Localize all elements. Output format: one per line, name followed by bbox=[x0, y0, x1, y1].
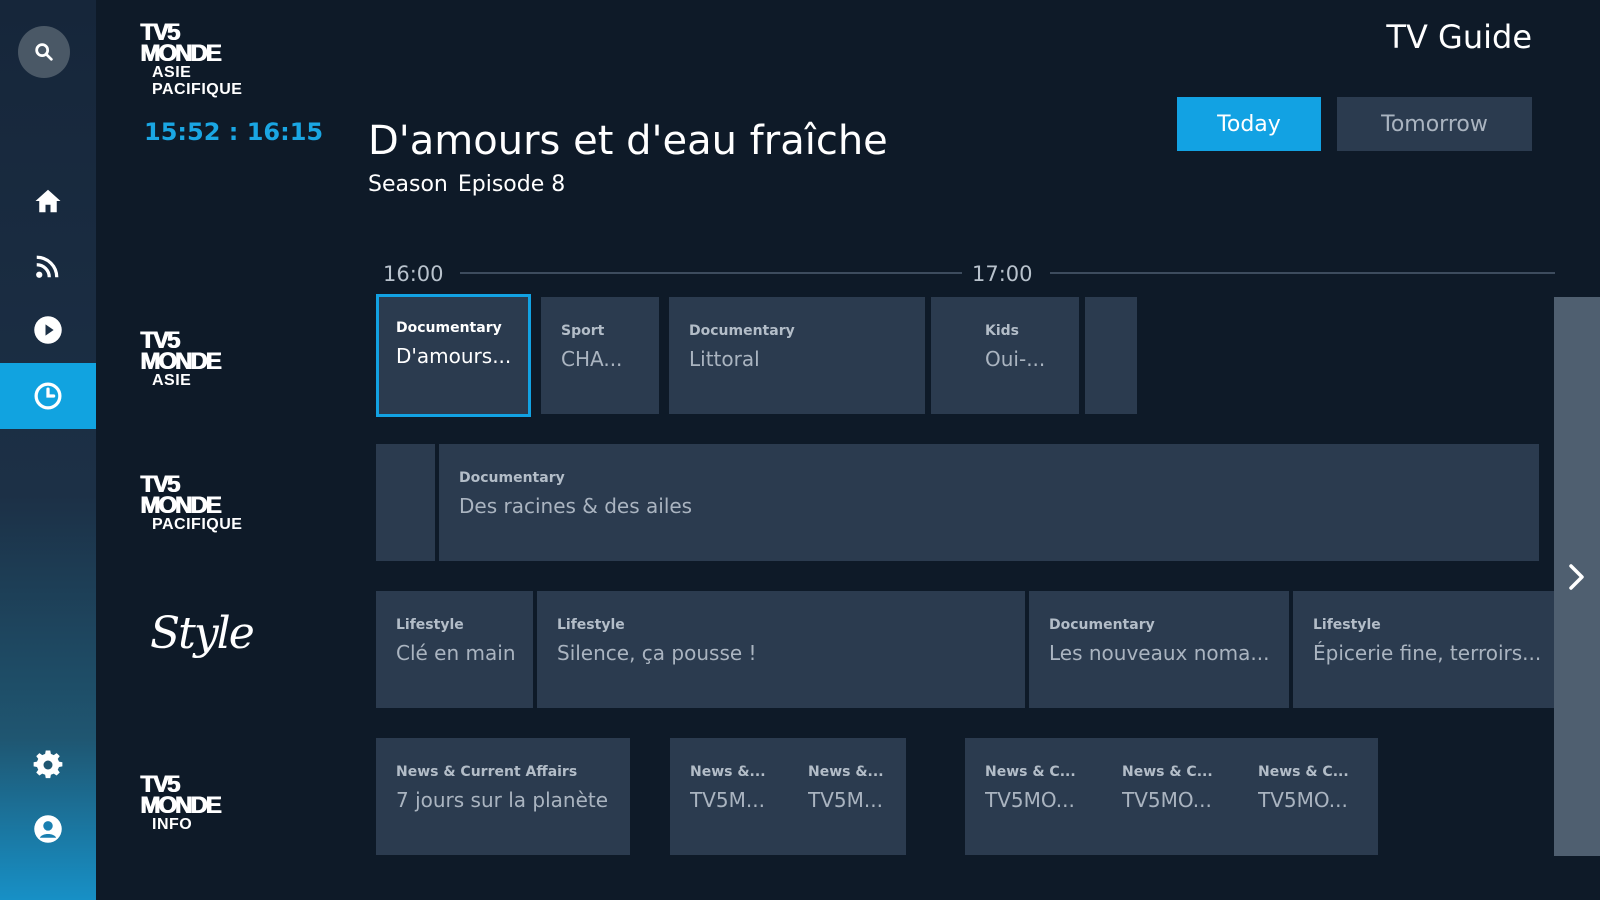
search-icon bbox=[35, 43, 53, 61]
channel-logo-sub: ASIE PACIFIQUE bbox=[152, 64, 243, 98]
program-category: Documentary bbox=[1049, 617, 1155, 633]
sidebar-item-feed[interactable] bbox=[0, 233, 96, 299]
scroll-right-button[interactable] bbox=[1554, 297, 1600, 856]
program-cell[interactable]: News & C... TV5MO... bbox=[1122, 738, 1240, 855]
program-episode-info: Season Episode 8 bbox=[368, 172, 575, 197]
settings-icon bbox=[33, 750, 63, 779]
program-category: Kids bbox=[985, 323, 1020, 339]
program-title: TV5MO... bbox=[1122, 788, 1212, 812]
program-category: Sport bbox=[561, 323, 605, 339]
program-cell[interactable]: News &... TV5M... bbox=[808, 738, 906, 855]
program-cell[interactable] bbox=[376, 444, 435, 561]
channel-logo-brand: TV5 MONDE bbox=[140, 771, 221, 819]
channel-logo-brand: TV5 MONDE bbox=[140, 471, 221, 519]
today-button[interactable]: Today bbox=[1177, 97, 1321, 151]
sidebar-item-settings[interactable] bbox=[0, 732, 96, 798]
channel-logo-info: TV5 MONDE INFO bbox=[140, 771, 270, 834]
program-category: News & Current Affairs bbox=[396, 764, 578, 780]
program-title: 7 jours sur la planète bbox=[396, 788, 609, 812]
program-cell[interactable]: News & C... TV5MO... bbox=[985, 738, 1103, 855]
channel-logo-brand: TV5 MONDE bbox=[140, 327, 221, 375]
sidebar-item-play[interactable] bbox=[0, 297, 96, 363]
program-category: Documentary bbox=[459, 470, 565, 486]
program-category: Lifestyle bbox=[1313, 617, 1381, 633]
program-category: News & C... bbox=[985, 764, 1076, 780]
play-icon bbox=[34, 316, 62, 344]
program-category: Documentary bbox=[689, 323, 795, 339]
program-title: Oui-... bbox=[985, 347, 1046, 371]
program-title: Des racines & des ailes bbox=[459, 494, 693, 518]
episode-label: Episode 8 bbox=[457, 172, 566, 197]
program-title: Épicerie fine, terroirs... bbox=[1313, 641, 1542, 665]
program-cell[interactable]: Documentary Les nouveaux noma... bbox=[1029, 591, 1289, 708]
program-cell[interactable]: News &... TV5M... bbox=[690, 738, 790, 855]
program-cell[interactable]: Documentary Littoral bbox=[669, 297, 925, 414]
program-cell-group: News &... TV5M... News &... TV5M... bbox=[670, 738, 906, 855]
program-cell[interactable]: Documentary D'amours... bbox=[376, 294, 531, 417]
program-title: TV5M... bbox=[690, 788, 765, 812]
program-title: CHA... bbox=[561, 347, 623, 371]
profile-icon bbox=[34, 815, 62, 843]
program-cell[interactable]: Lifestyle Épicerie fine, terroirs... bbox=[1293, 591, 1554, 708]
feed-icon bbox=[36, 255, 59, 278]
home-icon bbox=[35, 189, 61, 213]
page-title: TV Guide bbox=[1386, 18, 1532, 56]
timeline-line bbox=[1050, 272, 1555, 274]
program-category: Lifestyle bbox=[396, 617, 464, 633]
program-category: Lifestyle bbox=[557, 617, 625, 633]
program-title: TV5MO... bbox=[985, 788, 1075, 812]
program-cell[interactable]: Documentary Des racines & des ailes bbox=[439, 444, 1539, 561]
sidebar-item-profile[interactable] bbox=[0, 796, 96, 862]
tomorrow-button[interactable]: Tomorrow bbox=[1337, 97, 1532, 151]
program-title: Clé en main bbox=[396, 641, 516, 665]
current-channel-logo: TV5 MONDE ASIE PACIFIQUE bbox=[140, 19, 270, 99]
sidebar-item-tv-guide[interactable] bbox=[0, 363, 96, 429]
program-cell[interactable] bbox=[1085, 297, 1137, 414]
program-cell[interactable]: News & Current Affairs 7 jours sur la pl… bbox=[376, 738, 630, 855]
program-category: News &... bbox=[690, 764, 766, 780]
channel-logo-style: Style bbox=[150, 608, 255, 659]
program-cell[interactable]: Lifestyle Silence, ça pousse ! bbox=[537, 591, 1025, 708]
program-time-range: 15:52 : 16:15 bbox=[144, 118, 324, 146]
program-title: D'amours et d'eau fraîche bbox=[368, 118, 888, 164]
program-title: Littoral bbox=[689, 347, 760, 371]
channel-logo-asie: TV5 MONDE ASIE bbox=[140, 327, 270, 390]
program-cell[interactable]: Kids Oui-... bbox=[931, 297, 1079, 414]
program-title: TV5M... bbox=[808, 788, 883, 812]
program-category: News & C... bbox=[1258, 764, 1349, 780]
program-title: Les nouveaux noma... bbox=[1049, 641, 1270, 665]
program-cell[interactable]: News & C... TV5MO... bbox=[1258, 738, 1376, 855]
channel-logo-sub: PACIFIQUE bbox=[152, 516, 243, 533]
program-category: News &... bbox=[808, 764, 884, 780]
sidebar bbox=[0, 0, 96, 900]
program-category: News & C... bbox=[1122, 764, 1213, 780]
program-cell-group: News & C... TV5MO... News & C... TV5MO..… bbox=[965, 738, 1378, 855]
channel-logo-pacifique: TV5 MONDE PACIFIQUE bbox=[140, 471, 270, 534]
sidebar-item-home[interactable] bbox=[0, 168, 96, 234]
program-title: D'amours... bbox=[396, 344, 512, 368]
search-button[interactable] bbox=[18, 26, 70, 78]
season-label: Season bbox=[368, 172, 448, 197]
program-title: TV5MO... bbox=[1258, 788, 1348, 812]
channel-logo-brand: TV5 MONDE bbox=[140, 19, 221, 67]
program-title: Silence, ça pousse ! bbox=[557, 641, 757, 665]
program-cell[interactable]: Sport CHA... bbox=[541, 297, 659, 414]
program-cell[interactable]: Lifestyle Clé en main bbox=[376, 591, 533, 708]
timeline-label: 16:00 bbox=[383, 262, 444, 286]
timeline-line bbox=[460, 272, 962, 274]
clock-icon bbox=[34, 382, 62, 410]
chevron-right-icon bbox=[1569, 563, 1584, 590]
timeline-label: 17:00 bbox=[972, 262, 1033, 286]
program-category: Documentary bbox=[396, 320, 502, 336]
